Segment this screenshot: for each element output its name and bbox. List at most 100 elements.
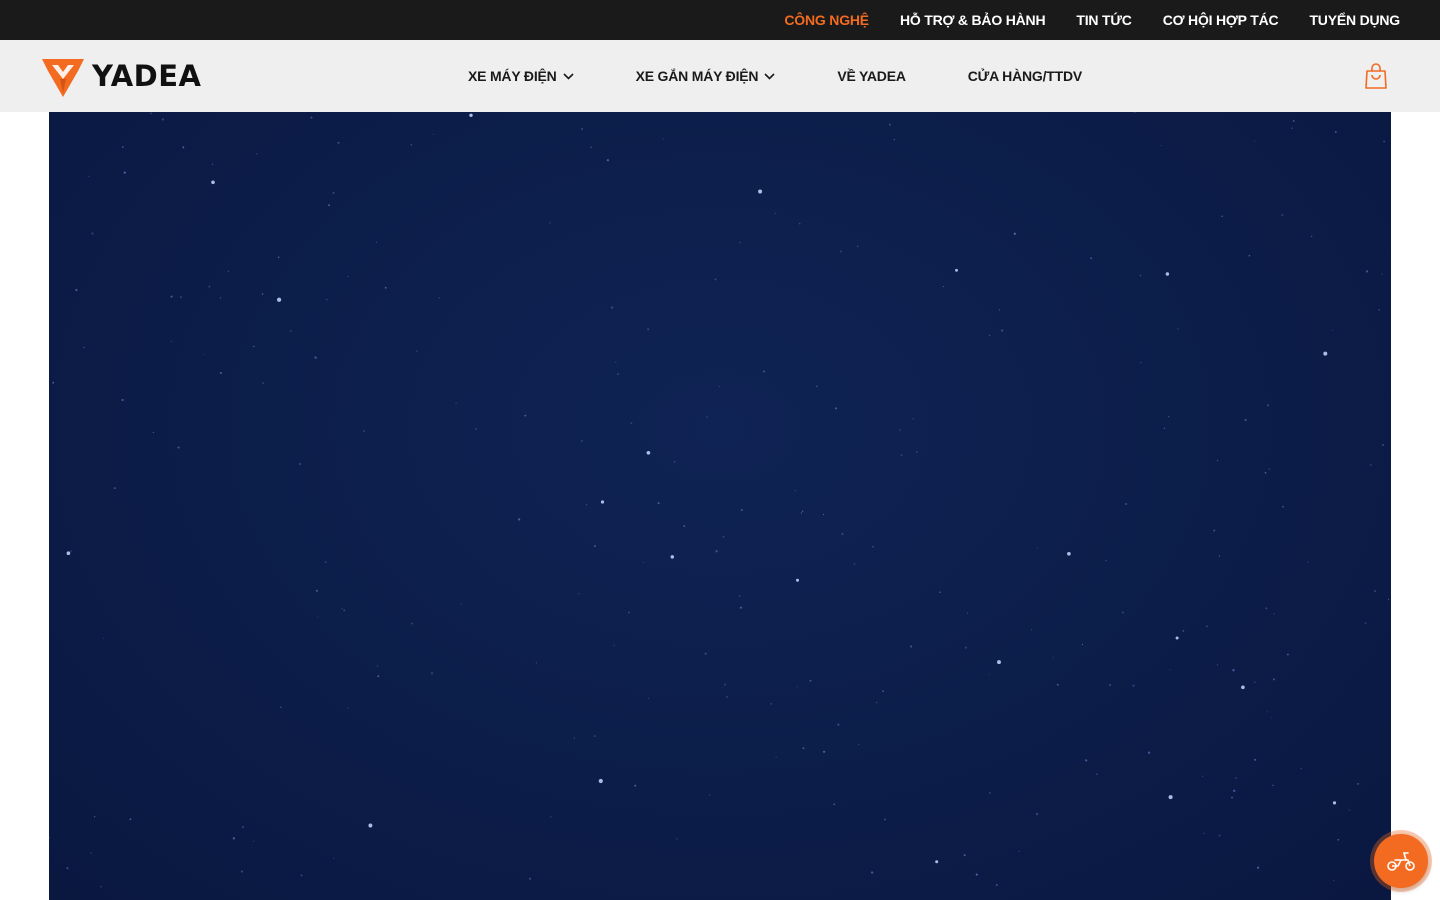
star bbox=[549, 222, 551, 224]
star bbox=[1292, 120, 1295, 122]
star bbox=[1105, 560, 1107, 562]
star bbox=[1030, 629, 1032, 631]
top-link-tuyen-dung[interactable]: TUYỂN DỤNG bbox=[1309, 12, 1400, 28]
star bbox=[332, 191, 335, 195]
star bbox=[66, 867, 69, 870]
nav-xe-may-dien-label: XE MÁY ĐIỆN bbox=[468, 68, 557, 84]
star bbox=[469, 113, 473, 118]
star bbox=[1333, 879, 1335, 881]
star bbox=[955, 268, 958, 272]
star bbox=[256, 153, 258, 155]
nav-cua-hang-ttdv-label: CỬA HÀNG/TTDV bbox=[967, 68, 1083, 84]
star bbox=[1163, 427, 1166, 430]
star bbox=[942, 285, 944, 288]
star bbox=[966, 612, 969, 614]
star bbox=[1241, 685, 1245, 690]
star bbox=[261, 293, 264, 295]
star bbox=[1037, 547, 1039, 549]
star bbox=[1139, 361, 1142, 364]
star bbox=[416, 350, 418, 352]
nav-ve-yadea-label: VỀ YADEA bbox=[837, 68, 906, 84]
star bbox=[722, 535, 725, 538]
star bbox=[1160, 144, 1162, 147]
star bbox=[615, 361, 617, 363]
star bbox=[1081, 643, 1084, 646]
floating-scooter-button[interactable] bbox=[1374, 834, 1428, 888]
star bbox=[1332, 801, 1337, 805]
star bbox=[775, 756, 777, 758]
star bbox=[384, 286, 387, 289]
star bbox=[1381, 273, 1383, 275]
star bbox=[161, 118, 165, 121]
star bbox=[876, 701, 878, 704]
star bbox=[290, 330, 292, 332]
star bbox=[1132, 684, 1135, 687]
star bbox=[1287, 653, 1289, 656]
star bbox=[1218, 555, 1220, 557]
star bbox=[1272, 678, 1275, 681]
nav-xe-gan-may-dien[interactable]: XE GẮN MÁY ĐIỆN bbox=[636, 68, 776, 84]
star bbox=[628, 611, 630, 614]
star bbox=[676, 838, 678, 840]
star bbox=[75, 288, 78, 292]
star bbox=[800, 512, 803, 514]
cart-button[interactable] bbox=[1362, 62, 1390, 90]
brand-logo[interactable]: YADEA bbox=[40, 53, 202, 99]
star bbox=[593, 545, 597, 548]
nav-ve-yadea[interactable]: VỀ YADEA bbox=[837, 68, 906, 84]
star bbox=[66, 551, 71, 556]
star bbox=[1090, 257, 1093, 260]
star bbox=[704, 652, 707, 655]
main-header: YADEA XE MÁY ĐIỆN XE GẮN MÁY ĐIỆN VỀ YAD… bbox=[0, 40, 1440, 112]
star bbox=[52, 381, 55, 384]
star bbox=[802, 747, 805, 750]
star bbox=[438, 296, 441, 299]
star bbox=[1266, 711, 1268, 713]
star bbox=[998, 309, 1001, 311]
star bbox=[912, 417, 915, 420]
star bbox=[1383, 140, 1385, 143]
star bbox=[332, 857, 335, 860]
nav-cua-hang-ttdv[interactable]: CỬA HÀNG/TTDV bbox=[968, 68, 1082, 84]
top-link-cong-nghe[interactable]: CÔNG NGHỆ bbox=[784, 12, 869, 28]
star bbox=[328, 204, 331, 207]
star bbox=[1013, 232, 1016, 235]
star bbox=[1168, 795, 1173, 800]
star bbox=[935, 860, 939, 864]
star bbox=[517, 518, 521, 521]
star bbox=[1337, 838, 1340, 841]
star bbox=[460, 603, 462, 605]
star bbox=[578, 592, 580, 595]
star bbox=[94, 816, 96, 818]
star bbox=[590, 146, 593, 149]
star bbox=[347, 707, 349, 709]
star bbox=[280, 706, 282, 708]
star bbox=[1175, 636, 1179, 640]
star bbox=[211, 180, 215, 185]
star bbox=[1281, 213, 1284, 217]
star bbox=[376, 665, 379, 667]
star bbox=[857, 245, 859, 248]
star bbox=[182, 146, 185, 149]
star bbox=[1121, 611, 1124, 614]
star bbox=[657, 502, 660, 505]
star bbox=[647, 328, 649, 330]
star bbox=[719, 386, 721, 388]
top-link-ho-tro-bao-hanh[interactable]: HỖ TRỢ & BẢO HÀNH bbox=[900, 12, 1046, 28]
star bbox=[1125, 503, 1128, 505]
top-link-co-hoi-hop-tac[interactable]: CƠ HỘI HỢP TÁC bbox=[1163, 12, 1279, 28]
star bbox=[211, 163, 214, 166]
star bbox=[634, 784, 637, 787]
nav-xe-may-dien[interactable]: XE MÁY ĐIỆN bbox=[468, 68, 574, 84]
star bbox=[1332, 329, 1334, 331]
star bbox=[610, 306, 614, 309]
star bbox=[706, 416, 708, 418]
star bbox=[1374, 590, 1377, 593]
star bbox=[1221, 215, 1223, 218]
star bbox=[795, 578, 800, 582]
top-link-tin-tuc[interactable]: TIN TỨC bbox=[1076, 12, 1132, 28]
star bbox=[1365, 270, 1369, 273]
star bbox=[1096, 773, 1098, 775]
star bbox=[91, 232, 94, 235]
star bbox=[262, 382, 264, 384]
